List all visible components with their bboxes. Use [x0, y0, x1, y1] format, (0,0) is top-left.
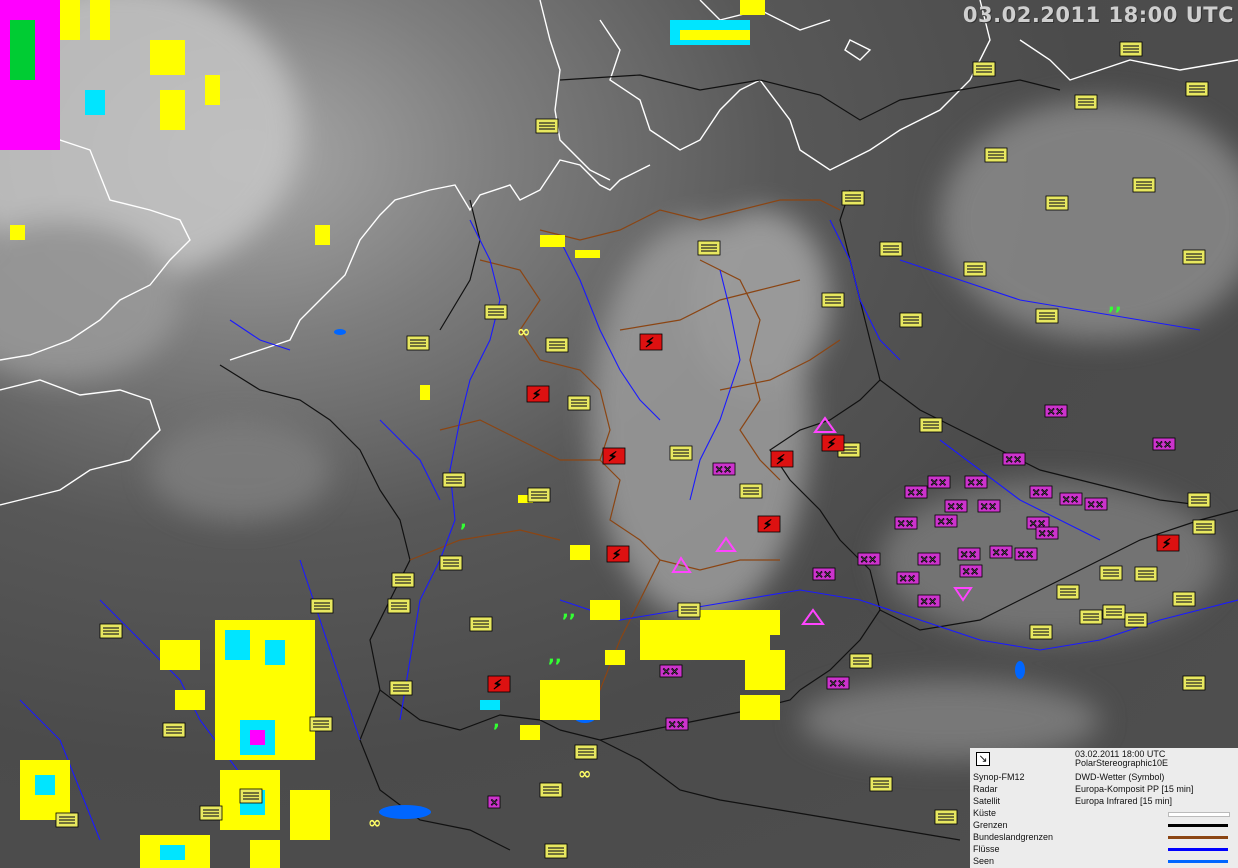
legend-line-swatch [1168, 848, 1228, 851]
thunder-mark: ⚡ [608, 450, 617, 465]
legend-layer-desc: DWD-Wetter (Symbol) [1075, 772, 1165, 782]
snow-mark: ✕✕ [992, 548, 1009, 559]
snow-mark: ✕✕ [947, 502, 964, 513]
thunder-mark: ⚡ [532, 388, 541, 403]
snow-mark: ✕✕ [1047, 407, 1064, 418]
thunder-mark: ⚡ [645, 336, 654, 351]
snow-mark: ✕✕ [962, 567, 979, 578]
snow-mark: ✕✕ [960, 550, 977, 561]
svg-text:∞: ∞ [578, 764, 591, 783]
snow-mark: ✕✕ [1032, 488, 1049, 499]
snow-mark: ✕✕ [920, 597, 937, 608]
snow-mark: ✕✕ [1062, 495, 1079, 506]
legend-toggle-icon[interactable]: ↘ [976, 752, 990, 766]
snow-mark: ✕✕ [668, 720, 685, 731]
svg-text:∞: ∞ [517, 322, 530, 341]
legend-layer-desc: Europa Infrared [15 min] [1075, 796, 1173, 806]
snow-mark: ✕✕ [1038, 529, 1055, 540]
snow-mark: ✕✕ [1087, 500, 1104, 511]
snow-mark: ✕✕ [980, 502, 997, 513]
thunder-mark: ⚡ [827, 437, 836, 452]
thunder-mark: ⚡ [612, 548, 621, 563]
snow-mark: ✕✕ [937, 517, 954, 528]
snow-mark: ✕✕ [967, 478, 984, 489]
snow-mark: ✕✕ [899, 574, 916, 585]
legend-line-swatch [1168, 824, 1228, 827]
snow-mark: ✕✕ [920, 555, 937, 566]
legend-line-label: Bundeslandgrenzen [973, 832, 1054, 842]
svg-text:,,: ,, [548, 646, 562, 667]
legend-line-label: Seen [973, 856, 995, 866]
legend-layer-name: Synop-FM12 [973, 772, 1025, 782]
snow-mark: ✕✕ [930, 478, 947, 489]
svg-text:,,: ,, [562, 601, 576, 622]
legend-layer-name: Radar [973, 784, 998, 794]
snow-mark: ✕✕ [897, 519, 914, 530]
svg-text:∞: ∞ [368, 813, 381, 832]
thunder-mark: ⚡ [763, 518, 772, 533]
thunder-mark: ⚡ [493, 678, 502, 693]
snow-mark: ✕✕ [662, 667, 679, 678]
legend-line-label: Küste [973, 808, 997, 818]
svg-text:,: , [460, 511, 467, 532]
snow-mark: ✕✕ [1017, 550, 1034, 561]
snow-mark: ✕✕ [715, 465, 732, 476]
satellite-cloud-layer: ✕✕✕✕✕✕✕✕✕✕ ✕✕✕✕ ✕✕✕✕ ✕✕✕✕ ✕✕✕✕ ✕✕ ✕✕✕✕✕✕ ✕✕ ✕✕✕✕… [0, 0, 1238, 868]
legend-line-label: Grenzen [973, 820, 1008, 830]
svg-text:,,: ,, [1108, 294, 1122, 315]
snow-mark: ✕ [490, 798, 498, 809]
legend-line-swatch [1168, 836, 1228, 839]
snow-mark: ✕✕ [815, 570, 832, 581]
snow-mark: ✕✕ [860, 555, 877, 566]
snow-mark: ✕✕ [907, 488, 924, 499]
thunder-mark: ⚡ [776, 453, 785, 468]
weather-map: ✕✕ ✕✕ ✕✕ ✕✕ ✕✕ ✕✕ ✕✕ ✕✕ ✕✕ ✕✕ ✕✕ ✕✕ ✕✕ ✕✕ ✕✕ ✕✕ ✕✕ ✕✕ ✕✕ ✕✕… [0, 0, 1238, 868]
snow-mark: ✕✕ [829, 679, 846, 690]
legend-projection: PolarStereographic10E [1075, 758, 1169, 768]
legend-line-label: Flüsse [973, 844, 1000, 854]
map-legend: ↘ 03.02.2011 18:00 UTC PolarStereographi… [970, 748, 1238, 868]
legend-line-swatch [1168, 812, 1230, 817]
thunder-mark: ⚡ [1162, 537, 1171, 552]
snow-mark: ✕✕ [1155, 440, 1172, 451]
svg-text:,: , [493, 711, 500, 732]
snow-mark: ✕✕ [1005, 455, 1022, 466]
legend-line-swatch [1168, 860, 1228, 863]
timestamp-label: 03.02.2011 18:00 UTC [962, 3, 1234, 27]
legend-layer-desc: Europa-Komposit PP [15 min] [1075, 784, 1194, 794]
legend-layer-name: Satellit [973, 796, 1001, 806]
